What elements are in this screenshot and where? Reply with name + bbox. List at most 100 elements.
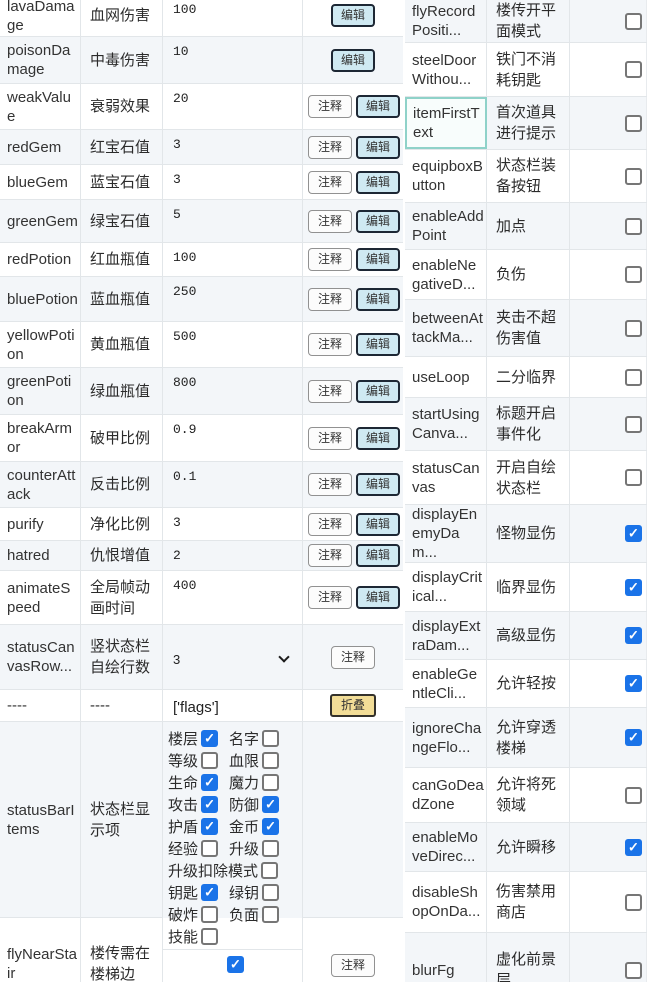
checkbox[interactable] — [625, 320, 642, 337]
checkbox[interactable] — [625, 369, 642, 386]
key-cell[interactable]: purify — [0, 508, 81, 540]
note-button[interactable]: 注释 — [331, 954, 375, 977]
key-cell[interactable]: hatred — [0, 541, 81, 570]
key-cell[interactable]: yellowPotion — [0, 322, 81, 367]
checkbox[interactable]: ✓ — [201, 884, 218, 901]
checkbox[interactable]: ✓ — [625, 579, 642, 596]
checkbox[interactable] — [201, 906, 218, 923]
note-button[interactable]: 注释 — [308, 380, 352, 403]
note-button[interactable]: 注释 — [308, 427, 352, 450]
checkbox[interactable] — [201, 752, 218, 769]
checkbox[interactable] — [625, 115, 642, 132]
checkbox[interactable] — [625, 168, 642, 185]
key-cell[interactable]: lavaDamage — [0, 0, 81, 36]
checkbox[interactable] — [201, 840, 218, 857]
key-cell[interactable]: ignoreChangeFlo... — [405, 708, 487, 767]
note-button[interactable]: 注释 — [308, 248, 352, 271]
note-button[interactable]: 注释 — [308, 210, 352, 233]
edit-button[interactable]: 编辑 — [356, 513, 400, 536]
checkbox[interactable] — [625, 266, 642, 283]
key-cell[interactable]: statusBarItems — [0, 722, 81, 918]
note-button[interactable]: 注释 — [308, 333, 352, 356]
checkbox[interactable] — [262, 774, 279, 791]
note-button[interactable]: 注释 — [308, 95, 352, 118]
key-cell[interactable]: statusCanvas — [405, 451, 487, 504]
key-cell[interactable]: blueGem — [0, 165, 81, 199]
key-cell[interactable]: useLoop — [405, 357, 487, 397]
note-button[interactable]: 注释 — [308, 513, 352, 536]
key-cell[interactable]: redPotion — [0, 243, 81, 276]
key-cell[interactable]: redGem — [0, 130, 81, 164]
key-cell[interactable]: itemFirstText — [405, 97, 487, 149]
edit-button[interactable]: 编辑 — [356, 171, 400, 194]
edit-button[interactable]: 编辑 — [356, 380, 400, 403]
checkbox[interactable] — [625, 416, 642, 433]
edit-button[interactable]: 编辑 — [356, 473, 400, 496]
checkbox[interactable]: ✓ — [625, 627, 642, 644]
key-cell[interactable]: statusCanvasRow... — [0, 625, 81, 689]
checkbox[interactable]: ✓ — [625, 839, 642, 856]
key-cell[interactable]: displayExtraDam... — [405, 612, 487, 659]
key-cell[interactable]: flyRecordPositi... — [405, 0, 487, 42]
edit-button[interactable]: 编辑 — [356, 427, 400, 450]
key-cell[interactable]: poisonDamage — [0, 37, 81, 83]
key-cell[interactable]: greenGem — [0, 200, 81, 242]
checkbox[interactable] — [625, 61, 642, 78]
checkbox[interactable]: ✓ — [227, 956, 244, 973]
edit-button[interactable]: 编辑 — [331, 49, 375, 72]
edit-button[interactable]: 编辑 — [356, 288, 400, 311]
key-cell[interactable]: equipboxButton — [405, 150, 487, 202]
note-button[interactable]: 注释 — [308, 171, 352, 194]
note-button[interactable]: 注释 — [308, 586, 352, 609]
edit-button[interactable]: 编辑 — [331, 4, 375, 27]
edit-button[interactable]: 编辑 — [356, 210, 400, 233]
checkbox[interactable] — [262, 840, 279, 857]
checkbox[interactable]: ✓ — [262, 796, 279, 813]
key-cell[interactable]: enableNegativeD... — [405, 250, 487, 299]
checkbox[interactable] — [625, 894, 642, 911]
key-cell[interactable]: counterAttack — [0, 462, 81, 507]
edit-button[interactable]: 编辑 — [356, 544, 400, 567]
key-cell[interactable]: enableGentleCli... — [405, 660, 487, 707]
key-cell[interactable]: flyNearStair — [0, 918, 81, 982]
checkbox[interactable]: ✓ — [262, 818, 279, 835]
edit-button[interactable]: 编辑 — [356, 95, 400, 118]
checkbox[interactable] — [261, 862, 278, 879]
checkbox[interactable] — [625, 13, 642, 30]
key-cell[interactable]: bluePotion — [0, 277, 81, 321]
checkbox[interactable] — [262, 730, 279, 747]
key-cell[interactable]: displayCritical... — [405, 563, 487, 611]
key-cell[interactable]: disableShopOnDa... — [405, 872, 487, 932]
checkbox[interactable] — [201, 928, 218, 945]
key-cell[interactable]: enableMoveDirec... — [405, 823, 487, 871]
checkbox[interactable] — [262, 884, 279, 901]
note-button[interactable]: 注释 — [308, 473, 352, 496]
checkbox[interactable] — [262, 906, 279, 923]
checkbox[interactable] — [262, 752, 279, 769]
rows-select[interactable]: 3 — [173, 652, 298, 667]
note-button[interactable]: 注释 — [331, 646, 375, 669]
key-cell[interactable]: ---- — [0, 690, 81, 721]
edit-button[interactable]: 编辑 — [356, 333, 400, 356]
checkbox[interactable]: ✓ — [201, 818, 218, 835]
edit-button[interactable]: 编辑 — [356, 586, 400, 609]
checkbox[interactable]: ✓ — [201, 774, 218, 791]
note-button[interactable]: 注释 — [308, 544, 352, 567]
key-cell[interactable]: blurFg — [405, 933, 487, 982]
key-cell[interactable]: weakValue — [0, 84, 81, 129]
key-cell[interactable]: canGoDeadZone — [405, 768, 487, 822]
edit-button[interactable]: 编辑 — [356, 248, 400, 271]
note-button[interactable]: 注释 — [308, 136, 352, 159]
checkbox[interactable]: ✓ — [201, 730, 218, 747]
fold-button[interactable]: 折叠 — [330, 694, 376, 717]
key-cell[interactable]: enableAddPoint — [405, 203, 487, 249]
checkbox[interactable] — [625, 218, 642, 235]
checkbox[interactable]: ✓ — [625, 729, 642, 746]
edit-button[interactable]: 编辑 — [356, 136, 400, 159]
checkbox[interactable]: ✓ — [625, 675, 642, 692]
checkbox[interactable]: ✓ — [201, 796, 218, 813]
key-cell[interactable]: greenPotion — [0, 368, 81, 414]
key-cell[interactable]: breakArmor — [0, 415, 81, 461]
note-button[interactable]: 注释 — [308, 288, 352, 311]
checkbox[interactable]: ✓ — [625, 525, 642, 542]
